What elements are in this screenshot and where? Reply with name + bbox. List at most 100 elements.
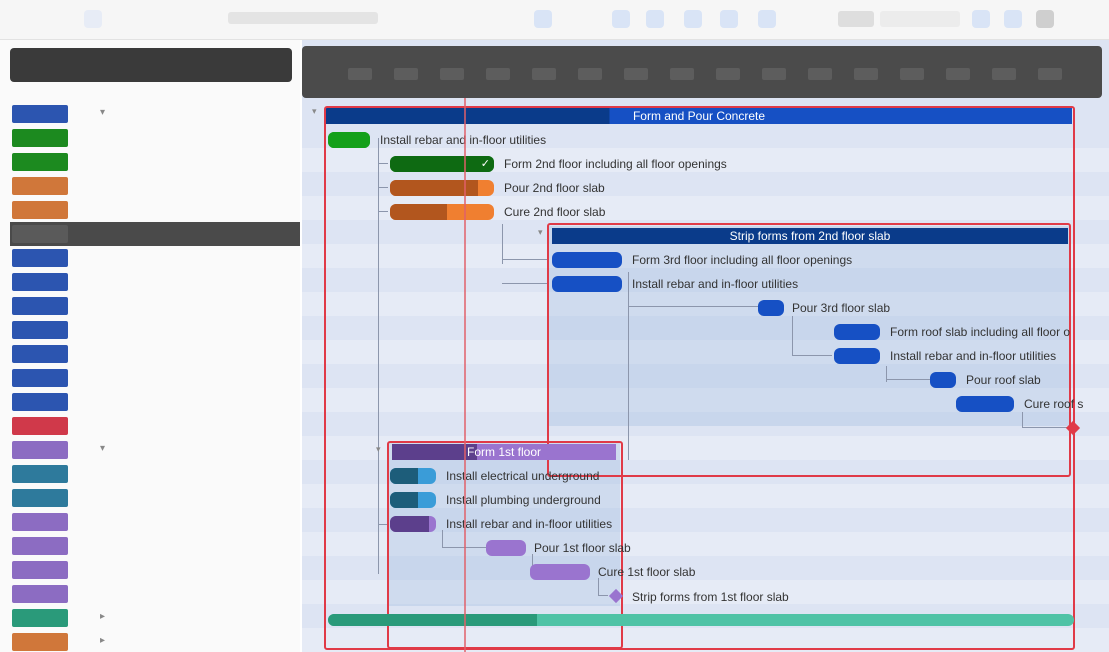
outline-color-swatch [12,561,68,579]
outline-color-swatch [12,609,68,627]
outline-color-swatch [12,633,68,651]
task-label: Cure 1st floor slab [598,565,696,579]
outline-row[interactable] [10,198,300,222]
add-task-button[interactable] [534,10,552,28]
toolbar [0,0,1109,40]
complete-check-icon: ✓ [480,158,490,170]
task-progress-fill [328,132,370,148]
task-bar[interactable] [390,516,436,532]
task-bar[interactable] [956,396,1014,412]
outline-row[interactable] [10,174,300,198]
timeline-tick [992,68,1016,80]
disclosure-triangle-icon[interactable]: ▸ [100,611,105,622]
disclosure-triangle-icon[interactable]: ▾ [100,107,105,118]
task-bar[interactable] [834,348,880,364]
task-bar[interactable] [390,492,436,508]
outline-row[interactable] [10,558,300,582]
outline-row[interactable] [10,414,300,438]
outline-row[interactable] [10,150,300,174]
task-bar[interactable]: ✓ [390,156,494,172]
outline-row[interactable] [10,294,300,318]
task-label: Pour 1st floor slab [534,541,631,555]
outline-row[interactable] [10,582,300,606]
task-bar[interactable] [530,564,590,580]
disclosure-triangle-icon[interactable]: ▾ [100,443,105,454]
task-bar[interactable] [390,468,436,484]
outline-row-selected[interactable] [10,222,300,246]
outline-color-swatch [12,153,68,171]
outline-color-swatch [12,345,68,363]
task-progress-fill [328,614,537,626]
task-label: Install electrical underground [446,469,600,483]
outdent-button[interactable] [646,10,664,28]
timeline-tick [946,68,970,80]
outline-row[interactable] [10,126,300,150]
task-progress-fill [390,204,448,220]
task-label: Install plumbing underground [446,493,601,507]
indent-button[interactable] [612,10,630,28]
task-bar[interactable] [930,372,956,388]
outline-row[interactable]: ▸ [10,630,300,652]
share-button[interactable] [1004,10,1022,28]
outline-row[interactable] [10,318,300,342]
outline-color-swatch [12,225,68,243]
task-bar[interactable] [328,132,370,148]
outline-color-swatch [12,129,68,147]
outline-row[interactable] [10,342,300,366]
task-progress-fill [390,156,494,172]
link-button[interactable] [684,10,702,28]
timeline-tick [532,68,556,80]
outline-row[interactable] [10,270,300,294]
task-bar[interactable] [552,276,622,292]
style-button[interactable] [1036,10,1054,28]
task-bar[interactable] [390,180,494,196]
timeline-tick [394,68,418,80]
task-label: Install rebar and in-floor utilities [632,277,799,291]
task-progress-fill [390,468,418,484]
task-label: Form 3rd floor including all floor openi… [632,253,853,267]
view-pill[interactable] [838,11,874,27]
outline-row[interactable]: ▸ [10,606,300,630]
milestone-label: Strip forms from 1st floor slab [632,590,789,604]
outline-color-swatch [12,393,68,411]
next-group-bar[interactable] [328,614,1074,626]
outline-row[interactable] [10,510,300,534]
collapse-caret-icon[interactable]: ▾ [538,227,543,238]
outline-row[interactable] [10,534,300,558]
timeline-tick [716,68,740,80]
collapse-caret-icon[interactable]: ▾ [376,444,381,455]
task-label: Pour 3rd floor slab [792,301,891,315]
timeline-tick [670,68,694,80]
outline-row[interactable] [10,366,300,390]
outline-color-swatch [12,177,68,195]
level-button[interactable] [758,10,776,28]
outline-color-swatch [12,585,68,603]
task-bar[interactable] [486,540,526,556]
collapse-caret-icon[interactable]: ▾ [312,106,317,117]
timeline-tick [900,68,924,80]
task-bar[interactable] [552,252,622,268]
outline-color-swatch [12,489,68,507]
outline-row[interactable] [10,486,300,510]
outline-color-swatch [12,249,68,267]
task-bar[interactable] [834,324,880,340]
task-bar[interactable] [390,204,494,220]
resources-button[interactable] [720,10,738,28]
sidebar-toggle-button[interactable] [84,10,102,28]
outline-row[interactable] [10,390,300,414]
outline-row[interactable]: ▾ [10,102,300,126]
disclosure-triangle-icon[interactable]: ▸ [100,635,105,646]
gantt-chart: Form and Pour Concrete Strip forms from 2… [302,40,1109,652]
outline-color-swatch [12,297,68,315]
outline-row[interactable] [10,246,300,270]
outline-color-swatch [12,417,68,435]
outline-color-swatch [12,465,68,483]
outline-color-swatch [12,537,68,555]
outline-row[interactable] [10,462,300,486]
task-label: Cure 2nd floor slab [504,205,606,219]
view-segmented-control[interactable] [880,11,960,27]
task-label: Pour roof slab [966,373,1041,387]
task-bar[interactable] [758,300,784,316]
inspector-button[interactable] [972,10,990,28]
outline-row[interactable]: ▾ [10,438,300,462]
